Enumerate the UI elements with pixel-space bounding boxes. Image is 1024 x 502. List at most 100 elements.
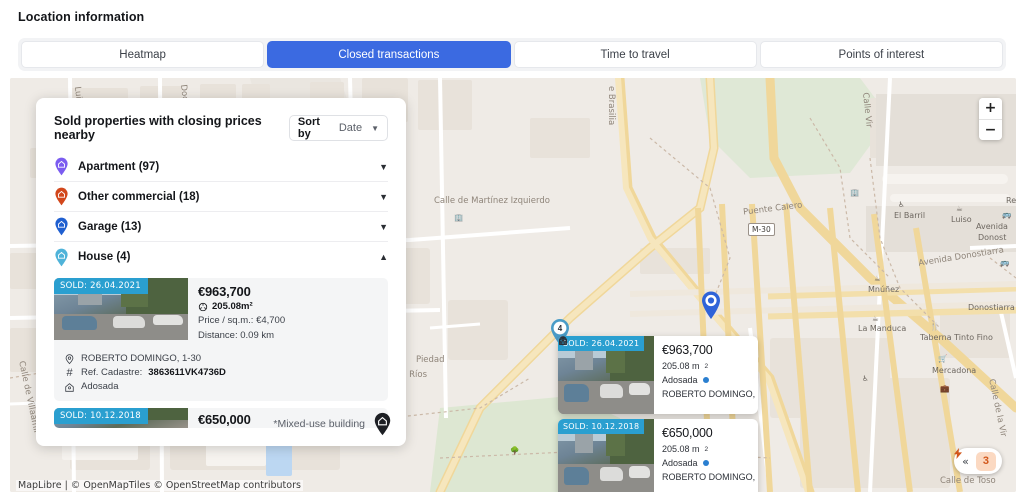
bus-icon: 🚌	[1000, 258, 1010, 267]
map-pin-icon	[55, 187, 68, 206]
property-area: 205.08m²	[212, 301, 253, 312]
property-address-row: ROBERTO DOMINGO, 1-30	[559, 336, 758, 482]
mixed-use-note: *Mixed-use building	[273, 418, 365, 430]
property-type-row: Adosada	[559, 337, 758, 385]
property-cadastre-row: # Ref. Cadastre: 3863611VK4736D	[64, 366, 378, 380]
area-unit-sup: 2	[704, 362, 709, 370]
property-address-row: ROBERTO DOMINGO, 1-30	[559, 336, 758, 399]
energy-badge[interactable]: 3	[954, 448, 996, 471]
location-pin-icon	[702, 291, 720, 319]
shop-icon: 💼	[940, 384, 950, 393]
building-icon: 🏢	[850, 188, 860, 197]
property-price: €963,700	[662, 343, 713, 357]
cafe-icon: ☕	[872, 314, 879, 323]
category-label: Apartment (97)	[78, 160, 160, 173]
chevron-down-icon[interactable]: ▼	[379, 192, 388, 202]
house-icon	[65, 382, 74, 392]
map-popup-list: SOLD: 26.04.2021 €963,700 205.08 m 2 Ados…	[558, 336, 758, 492]
category-garage[interactable]: Garage (13) ▼	[54, 212, 388, 242]
sold-date-badge: SOLD: 10.12.2018	[54, 408, 148, 424]
tab-points-of-interest[interactable]: Points of interest	[759, 41, 1003, 68]
property-area: 205.08 m	[662, 361, 700, 371]
map-popup-card[interactable]: SOLD: 26.04.2021 €963,700 205.08 m 2 Ados…	[558, 336, 758, 414]
sold-date-badge: SOLD: 26.04.2021	[54, 278, 148, 294]
lightning-bolt-icon	[954, 448, 963, 459]
property-type: Adosada	[662, 375, 698, 385]
area-icon	[198, 302, 208, 311]
energy-badge-count: 3	[982, 455, 989, 467]
sort-by-dropdown[interactable]: Sort by Date ▼	[288, 115, 388, 141]
panel-header: Sold properties with closing prices near…	[36, 98, 406, 152]
chevron-down-icon[interactable]: ▼	[379, 162, 388, 172]
property-type: Adosada	[81, 381, 119, 392]
sold-date-badge: SOLD: 26.04.2021	[558, 336, 645, 351]
shop-icon: 🛒	[938, 354, 948, 363]
property-address-row: ROBERTO DOMINGO, 1-30	[64, 352, 378, 366]
category-label: Other commercial (18)	[78, 190, 200, 203]
tab-time-to-travel[interactable]: Time to travel	[513, 41, 757, 68]
chevron-down-icon[interactable]: ▼	[379, 222, 388, 232]
property-photo: SOLD: 26.04.2021	[558, 336, 654, 414]
panel-title: Sold properties with closing prices near…	[54, 114, 262, 142]
sold-properties-panel: Sold properties with closing prices near…	[36, 98, 406, 446]
property-card-list: SOLD: 26.04.2021 €963,700 205.08m² Price…	[36, 272, 406, 428]
property-card[interactable]: SOLD: 26.04.2021 €963,700 205.08m² Price…	[54, 278, 388, 401]
tab-bar: Heatmap Closed transactions Time to trav…	[18, 38, 1006, 71]
map-pin-icon	[55, 248, 68, 266]
property-price-sqm: Price / sq.m.: €4,700	[198, 315, 286, 326]
map-attribution: MapLibre | © OpenMapTiles © OpenStreetMa…	[16, 480, 303, 491]
building-icon: 🏢	[454, 213, 464, 222]
property-address: ROBERTO DOMINGO, 1-30	[81, 353, 202, 364]
restaurant-icon: 🍴	[930, 322, 940, 331]
bar-icon: ♿	[898, 200, 905, 209]
category-list: Apartment (97) ▼ Other commercial (18) ▼…	[36, 152, 406, 272]
sold-date-badge: SOLD: 10.12.2018	[558, 419, 645, 434]
property-distance: Distance: 0.09 km	[198, 330, 275, 341]
category-other-commercial[interactable]: Other commercial (18) ▼	[54, 182, 388, 212]
map-popup-card[interactable]: SOLD: 10.12.2018 €650,000 205.08 m 2 Ados…	[558, 336, 758, 492]
property-type-row: Adosada	[559, 337, 758, 468]
chevron-up-icon[interactable]: ▲	[379, 252, 388, 262]
map-pin-icon	[374, 412, 391, 436]
tab-closed-transactions[interactable]: Closed transactions	[267, 41, 511, 68]
status-dot	[702, 377, 709, 383]
category-label: Garage (13)	[78, 220, 142, 233]
map-pin-icon	[55, 217, 68, 236]
property-photo: SOLD: 10.12.2018	[558, 419, 654, 492]
bar-icon: ♿	[862, 374, 869, 383]
category-label: House (4)	[78, 251, 131, 263]
bus-icon: 🚌	[1002, 210, 1012, 219]
sort-by-label: Sort by	[297, 116, 320, 140]
tab-heatmap[interactable]: Heatmap	[21, 41, 265, 68]
property-photo: SOLD: 10.12.2018	[54, 408, 188, 428]
cadastre-label: Ref. Cadastre:	[81, 367, 143, 378]
property-area-row: 205.08 m 2	[558, 336, 758, 371]
property-price: €963,700	[198, 284, 251, 299]
property-address: ROBERTO DOMINGO, 1-30	[662, 389, 758, 399]
map-shield-m30: M-30	[748, 223, 775, 236]
property-address: ROBERTO DOMINGO, 1-30	[662, 472, 758, 482]
page-title: Location information	[18, 10, 145, 24]
property-price: €650,000	[662, 426, 713, 440]
panel-footer: *Mixed-use building	[273, 412, 392, 436]
area-unit-sup: 2	[704, 445, 709, 453]
cafe-icon: ☕	[874, 274, 881, 283]
property-type-row: Adosada	[64, 380, 378, 394]
location-information-page: Location information Heatmap Closed tran…	[0, 0, 1024, 502]
property-photo: SOLD: 26.04.2021	[54, 278, 188, 340]
zoom-out-button[interactable]: −	[979, 119, 1002, 140]
map-pin-icon	[65, 353, 74, 364]
property-area-row: 205.08 m 2	[558, 336, 758, 454]
cadastre-value: 3863611VK4736D	[148, 367, 226, 378]
chevron-down-icon: ▼	[371, 123, 379, 133]
property-area-row: 205.08m²	[198, 301, 380, 312]
category-apartment[interactable]: Apartment (97) ▼	[54, 152, 388, 182]
category-house[interactable]: House (4) ▲	[54, 242, 388, 272]
map-zoom-controls: + −	[979, 98, 1002, 140]
tree-icon: 🌳	[510, 446, 520, 455]
hash-icon: #	[66, 367, 73, 379]
property-type: Adosada	[662, 458, 698, 468]
map-target-pin[interactable]	[700, 290, 722, 319]
zoom-in-button[interactable]: +	[979, 98, 1002, 119]
sort-by-value: Date	[338, 122, 363, 134]
